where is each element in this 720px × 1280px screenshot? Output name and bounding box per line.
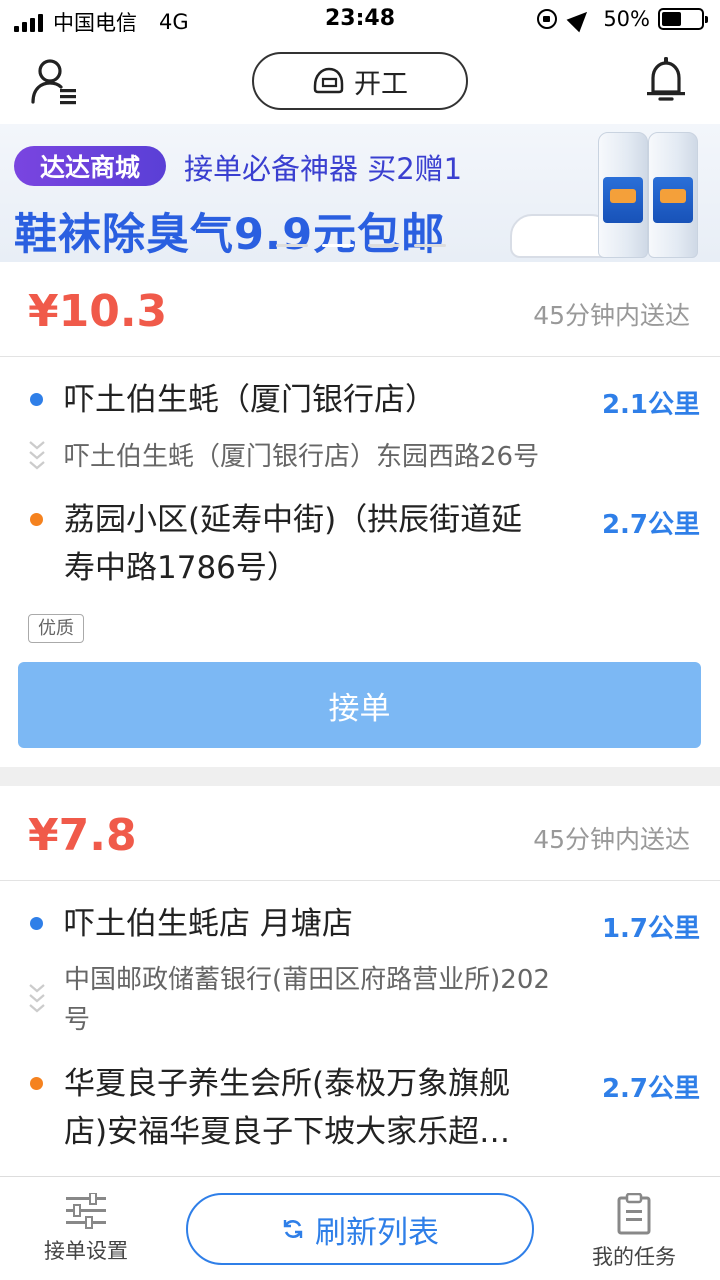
battery-icon: [658, 8, 708, 30]
chevron-down-icon: [29, 984, 45, 1013]
location-arrow-icon: [566, 5, 594, 33]
dropoff-name-line2: 寿中路1786号）: [64, 550, 298, 586]
pickup-distance: 1.7公里: [601, 914, 700, 944]
start-work-button[interactable]: 开工: [252, 52, 468, 110]
banner-subtitle: 接单必备神器 买2赠1: [184, 152, 463, 186]
battery-percent: 50%: [603, 7, 650, 31]
order-card[interactable]: ¥7.8 45分钟内送达 吓土伯生蚝店 月塘店 1.7公里 中国邮政储蓄银行(莆…: [0, 786, 720, 1176]
status-right: 50%: [537, 5, 708, 33]
dropoff-distance: 2.7公里: [601, 510, 700, 540]
dropoff-name-line1: 华夏良子养生会所(泰极万象旗舰: [64, 1066, 511, 1102]
dropoff-dot: [30, 1077, 43, 1090]
banner-headline: 鞋袜除臭气9.9元包邮: [14, 210, 446, 260]
dropoff-distance: 2.7公里: [601, 1074, 700, 1104]
pickup-name: 吓土伯生蚝（厦门银行店）: [64, 382, 436, 418]
bottom-bar: 接单设置 刷新列表 我的任务: [0, 1176, 720, 1280]
dropoff-name-line2: 店)安福华夏良子下坡大家乐超…: [64, 1114, 511, 1150]
banner-tag: 达达商城: [14, 146, 167, 186]
divider: [0, 356, 720, 357]
spray-bottle-image: [648, 132, 698, 258]
order-price: ¥7.8: [28, 810, 137, 861]
carousel-dots: [276, 244, 446, 247]
bell-icon[interactable]: [644, 56, 688, 106]
clipboard-icon: [617, 1193, 651, 1235]
order-price: ¥10.3: [28, 286, 168, 337]
promo-banner[interactable]: 达达商城 接单必备神器 买2赠1 鞋袜除臭气9.9元包邮: [0, 124, 720, 262]
pickup-dot: [30, 917, 43, 930]
spray-bottle-image: [598, 132, 648, 258]
pickup-dot: [30, 393, 43, 406]
delivery-eta: 45分钟内送达: [533, 825, 690, 854]
delivery-eta: 45分钟内送达: [533, 301, 690, 330]
order-card[interactable]: ¥10.3 45分钟内送达 吓土伯生蚝（厦门银行店） 2.1公里 吓土伯生蚝（厦…: [0, 262, 720, 767]
rotation-lock-icon: [537, 9, 558, 29]
order-settings-tab[interactable]: 接单设置: [26, 1193, 146, 1265]
pickup-address: 吓土伯生蚝（厦门银行店）东园西路26号: [64, 442, 540, 472]
my-tasks-label: 我的任务: [592, 1245, 676, 1269]
divider: [0, 880, 720, 881]
chevron-down-icon: [29, 441, 45, 470]
helmet-icon: [313, 67, 344, 94]
dropoff-dot: [30, 513, 43, 526]
user-menu-icon[interactable]: [30, 58, 80, 106]
dropoff-name-line1: 荔园小区(延寿中街)（拱辰街道延: [64, 502, 523, 538]
pickup-distance: 2.1公里: [601, 390, 700, 420]
refresh-icon: [283, 1220, 303, 1238]
sliders-icon: [66, 1193, 106, 1229]
pickup-name: 吓土伯生蚝店 月塘店: [64, 906, 353, 942]
start-work-label: 开工: [354, 68, 408, 100]
refresh-list-label: 刷新列表: [315, 1214, 439, 1251]
my-tasks-tab[interactable]: 我的任务: [574, 1193, 694, 1271]
top-header: 开工: [0, 40, 720, 124]
order-settings-label: 接单设置: [44, 1239, 128, 1263]
refresh-list-button[interactable]: 刷新列表: [186, 1193, 534, 1265]
pickup-address-line2: 号: [64, 1005, 91, 1035]
quality-badge: 优质: [28, 614, 84, 643]
status-bar: 中国电信 4G 23:48 50%: [0, 0, 720, 40]
accept-order-button[interactable]: 接单: [18, 662, 701, 748]
pickup-address-line1: 中国邮政储蓄银行(莆田区府路营业所)202: [64, 965, 550, 995]
